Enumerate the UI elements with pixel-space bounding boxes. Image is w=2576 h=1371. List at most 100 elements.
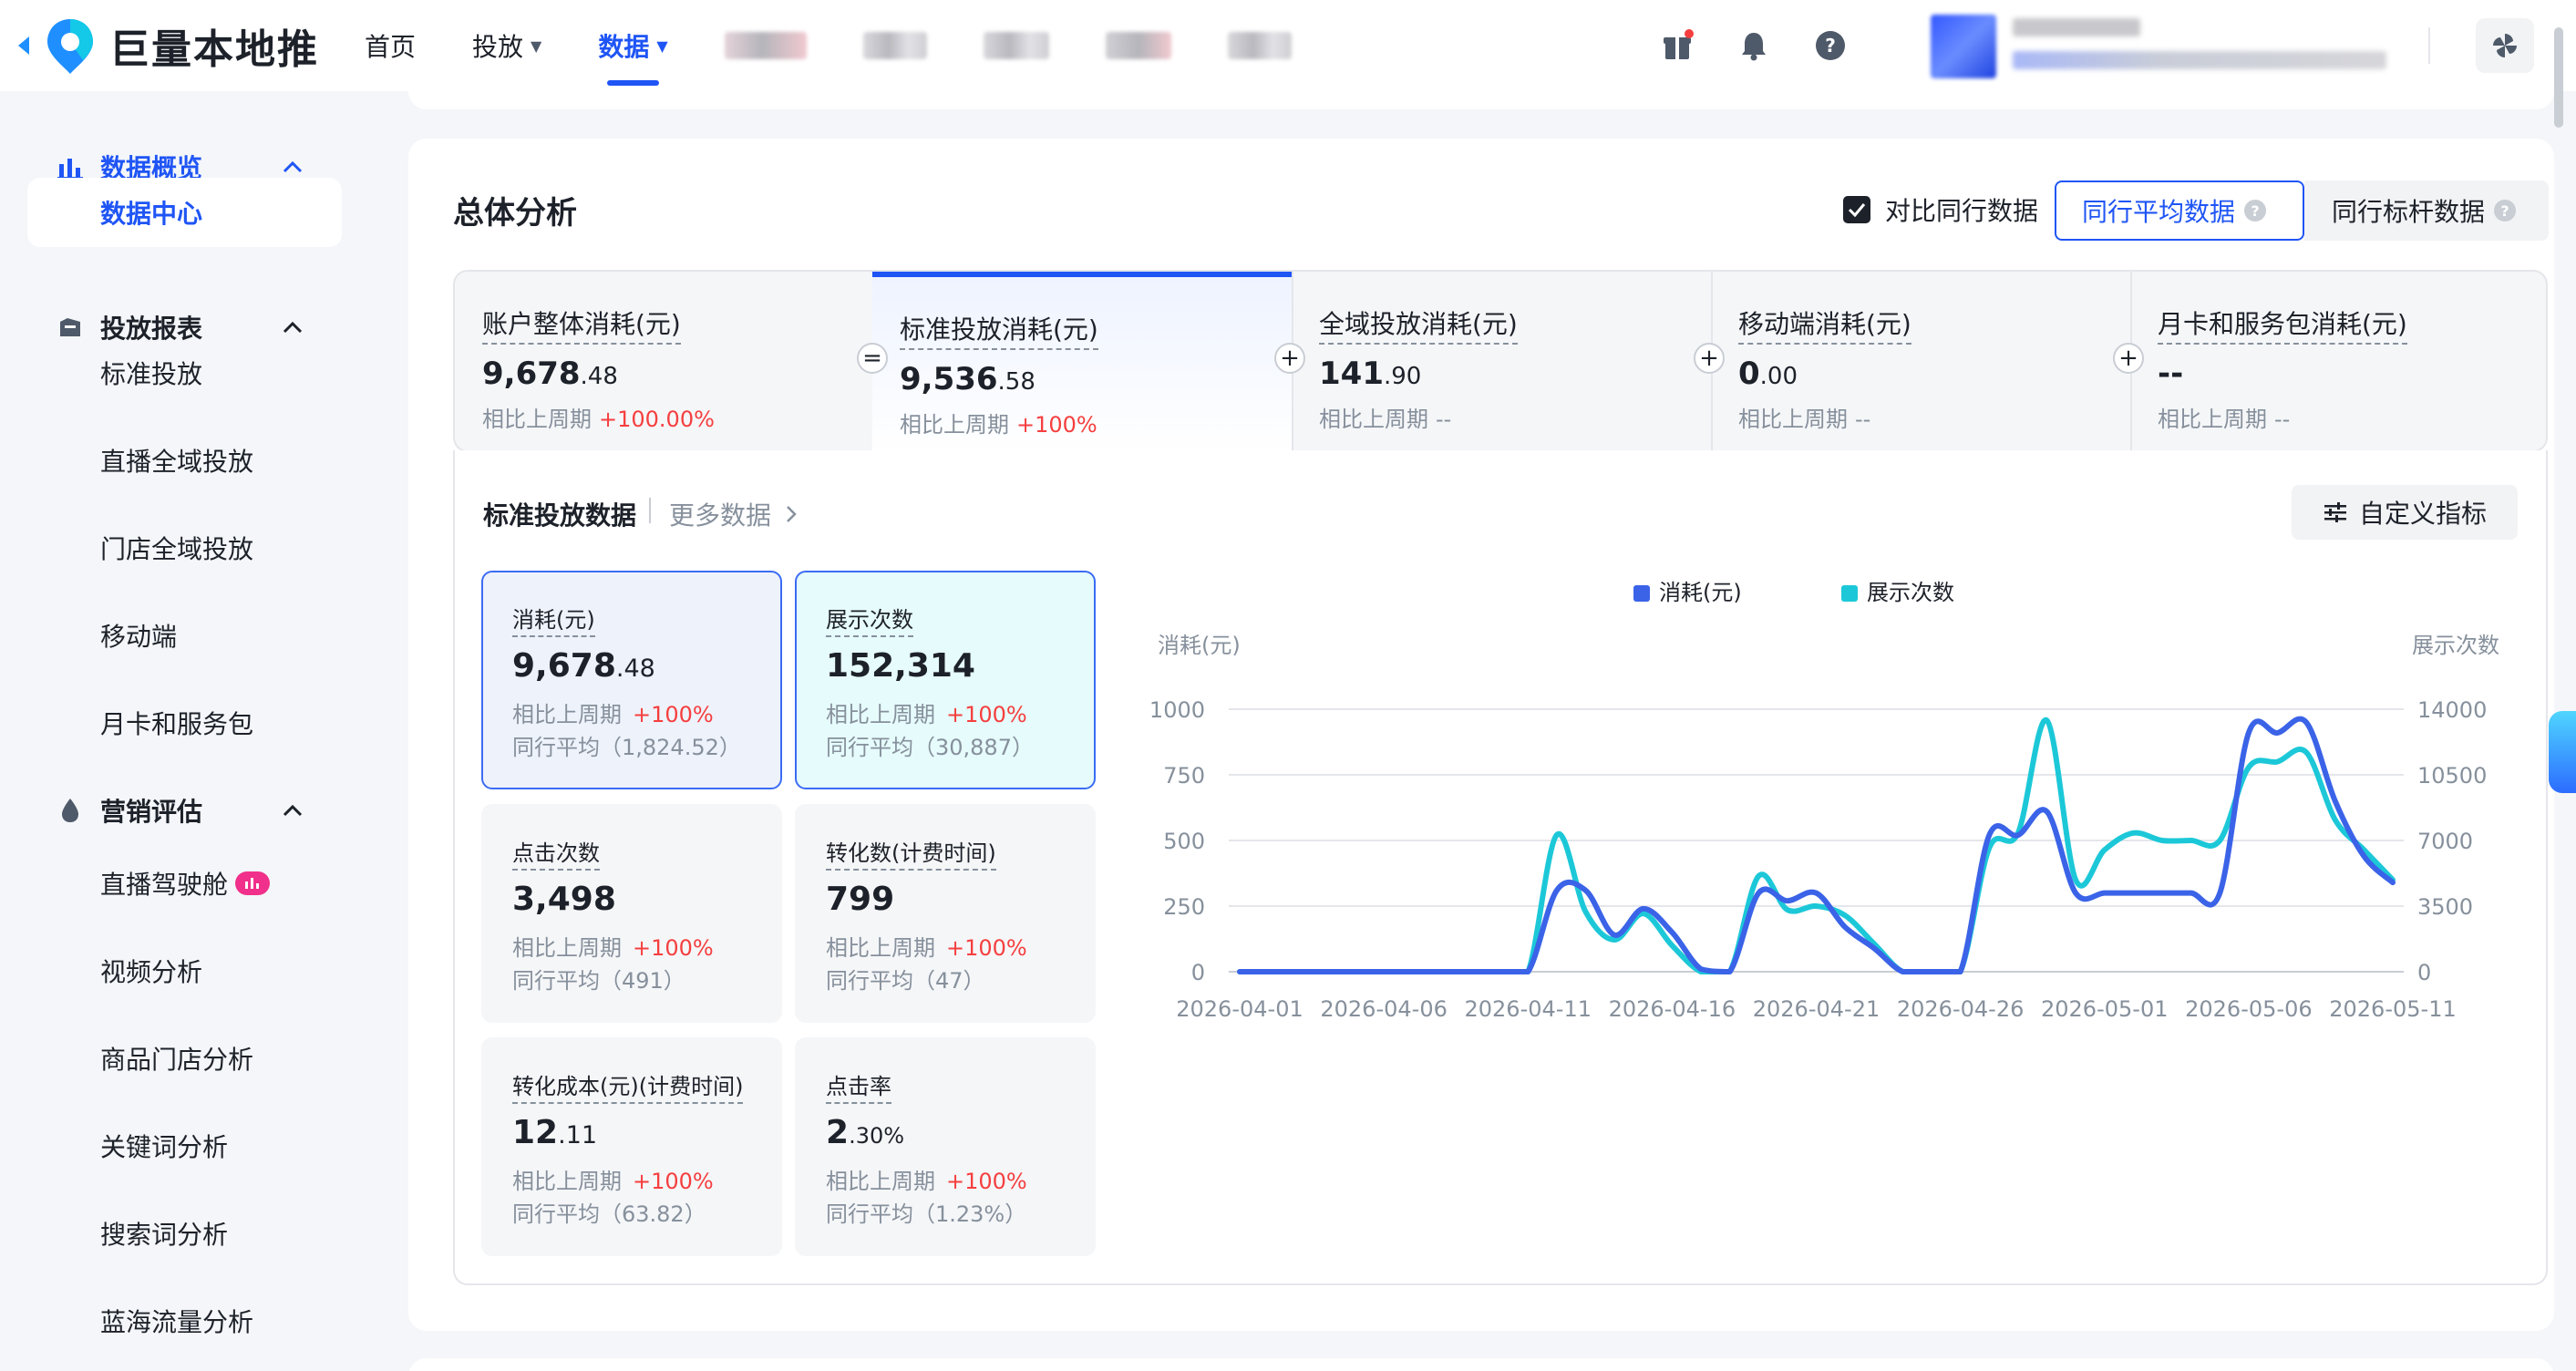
compare-checkbox[interactable] xyxy=(1843,196,1870,223)
chevron-down-icon: ▼ xyxy=(656,36,668,55)
report-icon xyxy=(57,314,84,341)
collapse-caret-icon[interactable] xyxy=(18,36,29,55)
bell-icon[interactable] xyxy=(1736,27,1772,64)
live-bars-icon xyxy=(235,871,271,895)
avatar[interactable] xyxy=(1931,15,1996,78)
metric-peer-average: 同行平均（47） xyxy=(826,968,985,994)
nav-home-label: 首页 xyxy=(365,32,417,62)
metric-card-conversions[interactable]: 转化数(计费时间) 799 相比上周期 +100% 同行平均（47） xyxy=(795,804,1096,1023)
metric-card-conversion-cost[interactable]: 转化成本(元)(计费时间) 12.11 相比上周期 +100% 同行平均（63.8… xyxy=(481,1037,782,1256)
sidebar-item-label: 标准投放 xyxy=(100,359,203,389)
metric-compare: 相比上周期 +100% xyxy=(826,702,1027,727)
app-switch-button[interactable] xyxy=(2476,18,2534,73)
sidebar-item-label: 视频分析 xyxy=(100,957,203,987)
sidebar-item-label: 关键词分析 xyxy=(100,1132,229,1162)
legend-label: 展示次数 xyxy=(1867,580,1954,605)
metric-compare: 相比上周期 +100% xyxy=(512,935,714,961)
legend-swatch xyxy=(1633,585,1650,602)
tab-peer-benchmark[interactable]: 同行标杆数据 ? xyxy=(2304,180,2549,241)
page-scrollbar[interactable] xyxy=(2554,27,2563,128)
sidebar-item-keyword-analysis[interactable]: 关键词分析 xyxy=(27,1111,342,1180)
nav-item-redacted[interactable] xyxy=(862,32,927,59)
y-tick-left: 0 xyxy=(1191,960,1205,985)
help-icon[interactable]: ? xyxy=(1812,27,1849,64)
x-tick-label: 2026-04-11 xyxy=(1465,996,1592,1022)
legend-label: 消耗(元) xyxy=(1659,580,1742,605)
sidebar-item-video-analysis[interactable]: 视频分析 xyxy=(27,936,342,1005)
tile-value: 9,678.48 xyxy=(482,356,618,392)
previous-card-edge xyxy=(408,91,2554,109)
location-pin-logo-icon xyxy=(38,14,102,77)
nav-item-redacted[interactable] xyxy=(724,32,807,59)
spend-tiles: 账户整体消耗(元) 9,678.48 相比上周期 +100.00% 标准投放消耗(… xyxy=(453,270,2548,452)
help-icon[interactable]: ? xyxy=(2494,200,2517,222)
y-tick-left: 1000 xyxy=(1149,697,1205,723)
trend-chart[interactable]: 消耗(元) 展示次数消耗(元) 展示次数0 0250 3500500 7000750 105… xyxy=(1130,556,2516,1176)
legend-swatch xyxy=(1841,585,1858,602)
sidebar-item-label: 数据中心 xyxy=(100,199,203,229)
tile-standard-delivery-spend[interactable]: 标准投放消耗(元) 9,536.58 相比上周期 +100% xyxy=(872,272,1292,450)
plus-operator-icon: + xyxy=(1274,343,1305,374)
tab-peer-average[interactable]: 同行平均数据 ? xyxy=(2055,180,2304,241)
x-tick-label: 2026-04-21 xyxy=(1753,996,1880,1022)
chevron-up-icon[interactable] xyxy=(279,153,306,180)
sidebar-item-live-omni[interactable]: 直播全域投放 xyxy=(27,426,342,495)
nav-home[interactable]: 首页 xyxy=(365,27,416,64)
brand[interactable]: 巨量本地推 xyxy=(18,11,319,80)
account-id-redacted xyxy=(2013,51,2386,69)
y-tick-left: 750 xyxy=(1163,763,1205,789)
sidebar-item-label: 搜索词分析 xyxy=(100,1220,229,1250)
sidebar-item-store-omni[interactable]: 门店全域投放 xyxy=(27,513,342,582)
nav-item-redacted[interactable] xyxy=(983,32,1049,59)
sidebar-item-search-term-analysis[interactable]: 搜索词分析 xyxy=(27,1199,342,1268)
gift-icon[interactable] xyxy=(1659,27,1695,64)
metric-peer-average: 同行平均（491） xyxy=(512,968,685,994)
metric-title: 转化数(计费时间) xyxy=(826,835,996,871)
sidebar-item-label: 月卡和服务包 xyxy=(100,709,254,739)
user-account-redacted[interactable] xyxy=(1887,11,2397,80)
chevron-up-icon[interactable] xyxy=(279,797,306,824)
chevron-up-icon[interactable] xyxy=(279,314,306,341)
metric-value: 9,678.48 xyxy=(512,647,655,685)
y-tick-left: 250 xyxy=(1163,894,1205,920)
more-data-link[interactable]: 更多数据 xyxy=(669,496,799,532)
sidebar-item-standard-delivery[interactable]: 标准投放 xyxy=(27,338,342,407)
nav-item-redacted[interactable] xyxy=(1227,32,1292,59)
nav-data[interactable]: 数据 ▼ xyxy=(598,27,668,86)
tile-omni-spend[interactable]: 全域投放消耗(元) 141.90 相比上周期 -- xyxy=(1292,272,1711,450)
metric-card-ctr[interactable]: 点击率 2.30% 相比上周期 +100% 同行平均（1.23%） xyxy=(795,1037,1096,1256)
custom-metrics-label: 自定义指标 xyxy=(2358,499,2487,529)
nav-delivery[interactable]: 投放 ▼ xyxy=(472,27,541,64)
metric-value: 152,314 xyxy=(826,647,975,685)
floating-assistant-icon[interactable] xyxy=(2549,711,2576,793)
sidebar-item-label: 移动端 xyxy=(100,622,178,652)
metric-title: 点击率 xyxy=(826,1068,891,1104)
sidebar-item-blue-ocean-analysis[interactable]: 蓝海流量分析 xyxy=(27,1286,342,1356)
x-tick-label: 2026-04-26 xyxy=(1897,996,2024,1022)
y-tick-right: 10500 xyxy=(2417,763,2487,789)
help-icon[interactable]: ? xyxy=(2244,200,2267,222)
tile-value: 0.00 xyxy=(1738,356,1798,392)
y-tick-right: 7000 xyxy=(2417,829,2473,854)
notification-dot xyxy=(1685,29,1694,38)
sidebar-item-monthly-card[interactable]: 月卡和服务包 xyxy=(27,688,342,758)
metric-compare: 相比上周期 +100% xyxy=(512,702,714,727)
tile-mobile-spend[interactable]: 移动端消耗(元) 0.00 相比上周期 -- xyxy=(1711,272,2130,450)
sidebar-item-product-store-analysis[interactable]: 商品门店分析 xyxy=(27,1024,342,1093)
metric-compare: 相比上周期 +100% xyxy=(512,1169,714,1194)
tile-account-total-spend[interactable]: 账户整体消耗(元) 9,678.48 相比上周期 +100.00% xyxy=(455,272,874,450)
metric-card-impressions[interactable]: 展示次数 152,314 相比上周期 +100% 同行平均（30,887） xyxy=(795,571,1096,789)
metric-peer-average: 同行平均（1,824.52） xyxy=(512,735,741,760)
account-name-redacted xyxy=(2013,18,2140,36)
sidebar-item-data-center[interactable]: 数据中心 xyxy=(27,178,342,247)
sidebar-item-live-cockpit[interactable]: 直播驾驶舱 xyxy=(27,849,342,918)
sidebar-item-mobile[interactable]: 移动端 xyxy=(27,601,342,670)
compare-peer-toggle[interactable]: 对比同行数据 xyxy=(1843,184,2038,235)
tile-monthly-card-spend[interactable]: 月卡和服务包消耗(元) -- 相比上周期 -- xyxy=(2130,272,2546,450)
metric-card-spend[interactable]: 消耗(元) 9,678.48 相比上周期 +100% 同行平均（1,824.52） xyxy=(481,571,782,789)
custom-metrics-button[interactable]: 自定义指标 xyxy=(2292,485,2518,540)
sidebar-group-marketing-eval[interactable]: 营销评估 xyxy=(0,783,365,838)
next-card-edge xyxy=(408,1358,2554,1371)
metric-card-clicks[interactable]: 点击次数 3,498 相比上周期 +100% 同行平均（491） xyxy=(481,804,782,1023)
nav-item-redacted[interactable] xyxy=(1105,32,1171,59)
